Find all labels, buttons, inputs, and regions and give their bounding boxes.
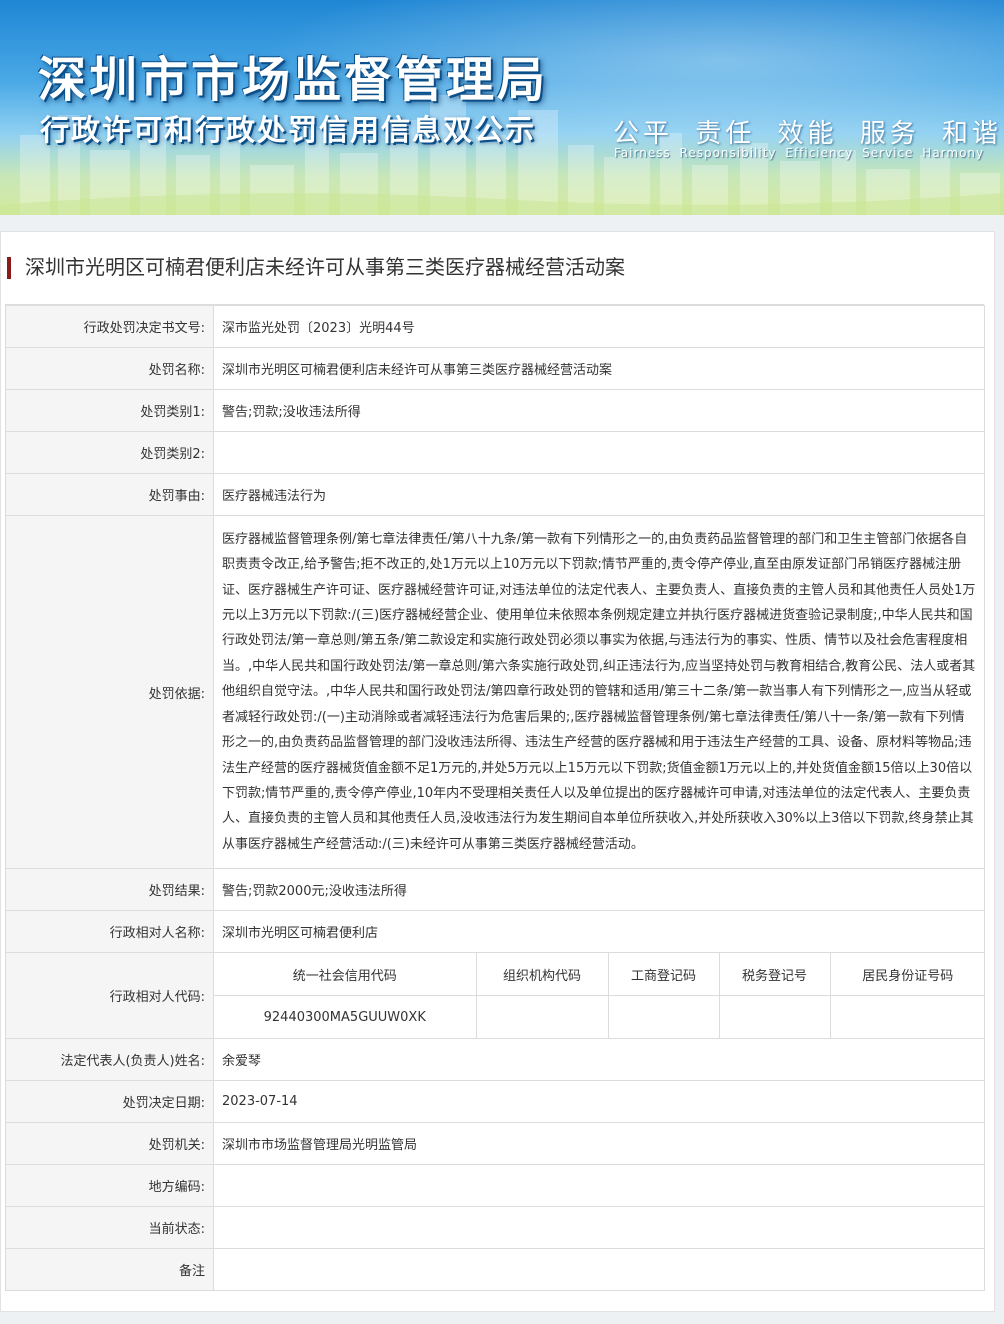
case-title: 深圳市光明区可楠君便利店未经许可从事第三类医疗器械经营活动案 (1, 246, 625, 288)
slogan-cn: 公平 责任 效能 服务 和谐 (613, 119, 1003, 149)
case-info-table: 行政处罚决定书文号: 深市监光处罚〔2023〕光明44号 处罚名称: 深圳市光明… (5, 305, 985, 1291)
decision-date-value: 2023-07-14 (213, 1080, 985, 1123)
field-label: 处罚名称: (5, 347, 214, 390)
table-row: 统一社会信用代码 组织机构代码 工商登记码 税务登记号 居民身份证号码 (214, 953, 985, 996)
party-code-cell: 统一社会信用代码 组织机构代码 工商登记码 税务登记号 居民身份证号码 9244… (213, 952, 985, 1039)
decision-number-value: 深市监光处罚〔2023〕光明44号 (213, 305, 985, 348)
field-label: 处罚结果: (5, 868, 214, 911)
field-label: 行政相对人名称: (5, 910, 214, 953)
category1-value: 警告;罚款;没收违法所得 (213, 389, 985, 432)
field-label: 处罚决定日期: (5, 1080, 214, 1123)
table-row: 处罚类别1: 警告;罚款;没收违法所得 (5, 389, 985, 432)
table-row: 处罚决定日期: 2023-07-14 (5, 1080, 985, 1123)
category2-value (213, 431, 985, 474)
penalty-name-value: 深圳市光明区可楠君便利店未经许可从事第三类医疗器械经营活动案 (213, 347, 985, 390)
remark-value (213, 1248, 985, 1291)
field-label: 法定代表人(负责人)姓名: (5, 1038, 214, 1081)
field-label: 当前状态: (5, 1206, 214, 1249)
legal-rep-value: 余爱琴 (213, 1038, 985, 1081)
table-row: 处罚依据: 医疗器械监督管理条例/第七章法律责任/第八十九条/第一款有下列情形之… (5, 515, 985, 869)
field-label: 备注 (5, 1248, 214, 1291)
business-reg-value (607, 995, 720, 1038)
slogan-en: Fairness Responsibility Efficiency Servi… (614, 146, 985, 160)
table-row: 法定代表人(负责人)姓名: 余爱琴 (5, 1038, 985, 1081)
legal-basis-value: 医疗器械监督管理条例/第七章法律责任/第八十九条/第一款有下列情形之一的,由负责… (213, 515, 985, 869)
portal-subtitle: 行政许可和行政处罚信用信息双公示 (40, 113, 537, 147)
credit-code-value: 92440300MA5GUUW0XK (214, 995, 477, 1038)
field-label: 处罚类别2: (5, 431, 214, 474)
field-label: 行政处罚决定书文号: (5, 305, 214, 348)
party-name-value: 深圳市光明区可楠君便利店 (213, 910, 985, 953)
title-accent-bar (7, 257, 11, 279)
field-label: 行政相对人代码: (5, 952, 214, 1039)
field-label: 地方编码: (5, 1164, 214, 1207)
id-number-value (829, 995, 985, 1038)
result-value: 警告;罚款2000元;没收违法所得 (213, 868, 985, 911)
status-value (213, 1206, 985, 1249)
table-row: 处罚名称: 深圳市光明区可楠君便利店未经许可从事第三类医疗器械经营活动案 (5, 347, 985, 390)
table-row: 地方编码: (5, 1164, 985, 1207)
column-header: 居民身份证号码 (829, 953, 985, 996)
table-row: 行政相对人代码: 统一社会信用代码 组织机构代码 工商登记码 税务登记号 居民身… (5, 952, 985, 1039)
reason-value: 医疗器械违法行为 (213, 473, 985, 516)
header-banner: 深圳市市场监督管理局 行政许可和行政处罚信用信息双公示 公平 责任 效能 服务 … (0, 0, 1004, 215)
org-code-value (475, 995, 609, 1038)
table-row: 行政相对人名称: 深圳市光明区可楠君便利店 (5, 910, 985, 953)
table-row: 处罚结果: 警告;罚款2000元;没收违法所得 (5, 868, 985, 911)
case-title-text: 深圳市光明区可楠君便利店未经许可从事第三类医疗器械经营活动案 (25, 255, 625, 279)
table-row: 处罚事由: 医疗器械违法行为 (5, 473, 985, 516)
party-code-table: 统一社会信用代码 组织机构代码 工商登记码 税务登记号 居民身份证号码 9244… (214, 953, 985, 1038)
column-header: 组织机构代码 (475, 953, 609, 996)
field-label: 处罚机关: (5, 1122, 214, 1165)
tax-reg-value (718, 995, 831, 1038)
table-row: 92440300MA5GUUW0XK (214, 995, 985, 1038)
authority-value: 深圳市市场监督管理局光明监管局 (213, 1122, 985, 1165)
field-label: 处罚依据: (5, 515, 214, 869)
column-header: 统一社会信用代码 (214, 953, 477, 996)
bureau-title: 深圳市市场监督管理局 (38, 52, 549, 108)
table-row: 行政处罚决定书文号: 深市监光处罚〔2023〕光明44号 (5, 305, 985, 348)
field-label: 处罚类别1: (5, 389, 214, 432)
column-header: 税务登记号 (718, 953, 831, 996)
column-header: 工商登记码 (607, 953, 720, 996)
field-label: 处罚事由: (5, 473, 214, 516)
table-row: 处罚类别2: (5, 431, 985, 474)
table-row: 备注 (5, 1248, 985, 1291)
local-code-value (213, 1164, 985, 1207)
table-row: 处罚机关: 深圳市市场监督管理局光明监管局 (5, 1122, 985, 1165)
table-row: 当前状态: (5, 1206, 985, 1249)
case-detail-panel: 深圳市光明区可楠君便利店未经许可从事第三类医疗器械经营活动案 行政处罚决定书文号… (0, 231, 995, 1312)
